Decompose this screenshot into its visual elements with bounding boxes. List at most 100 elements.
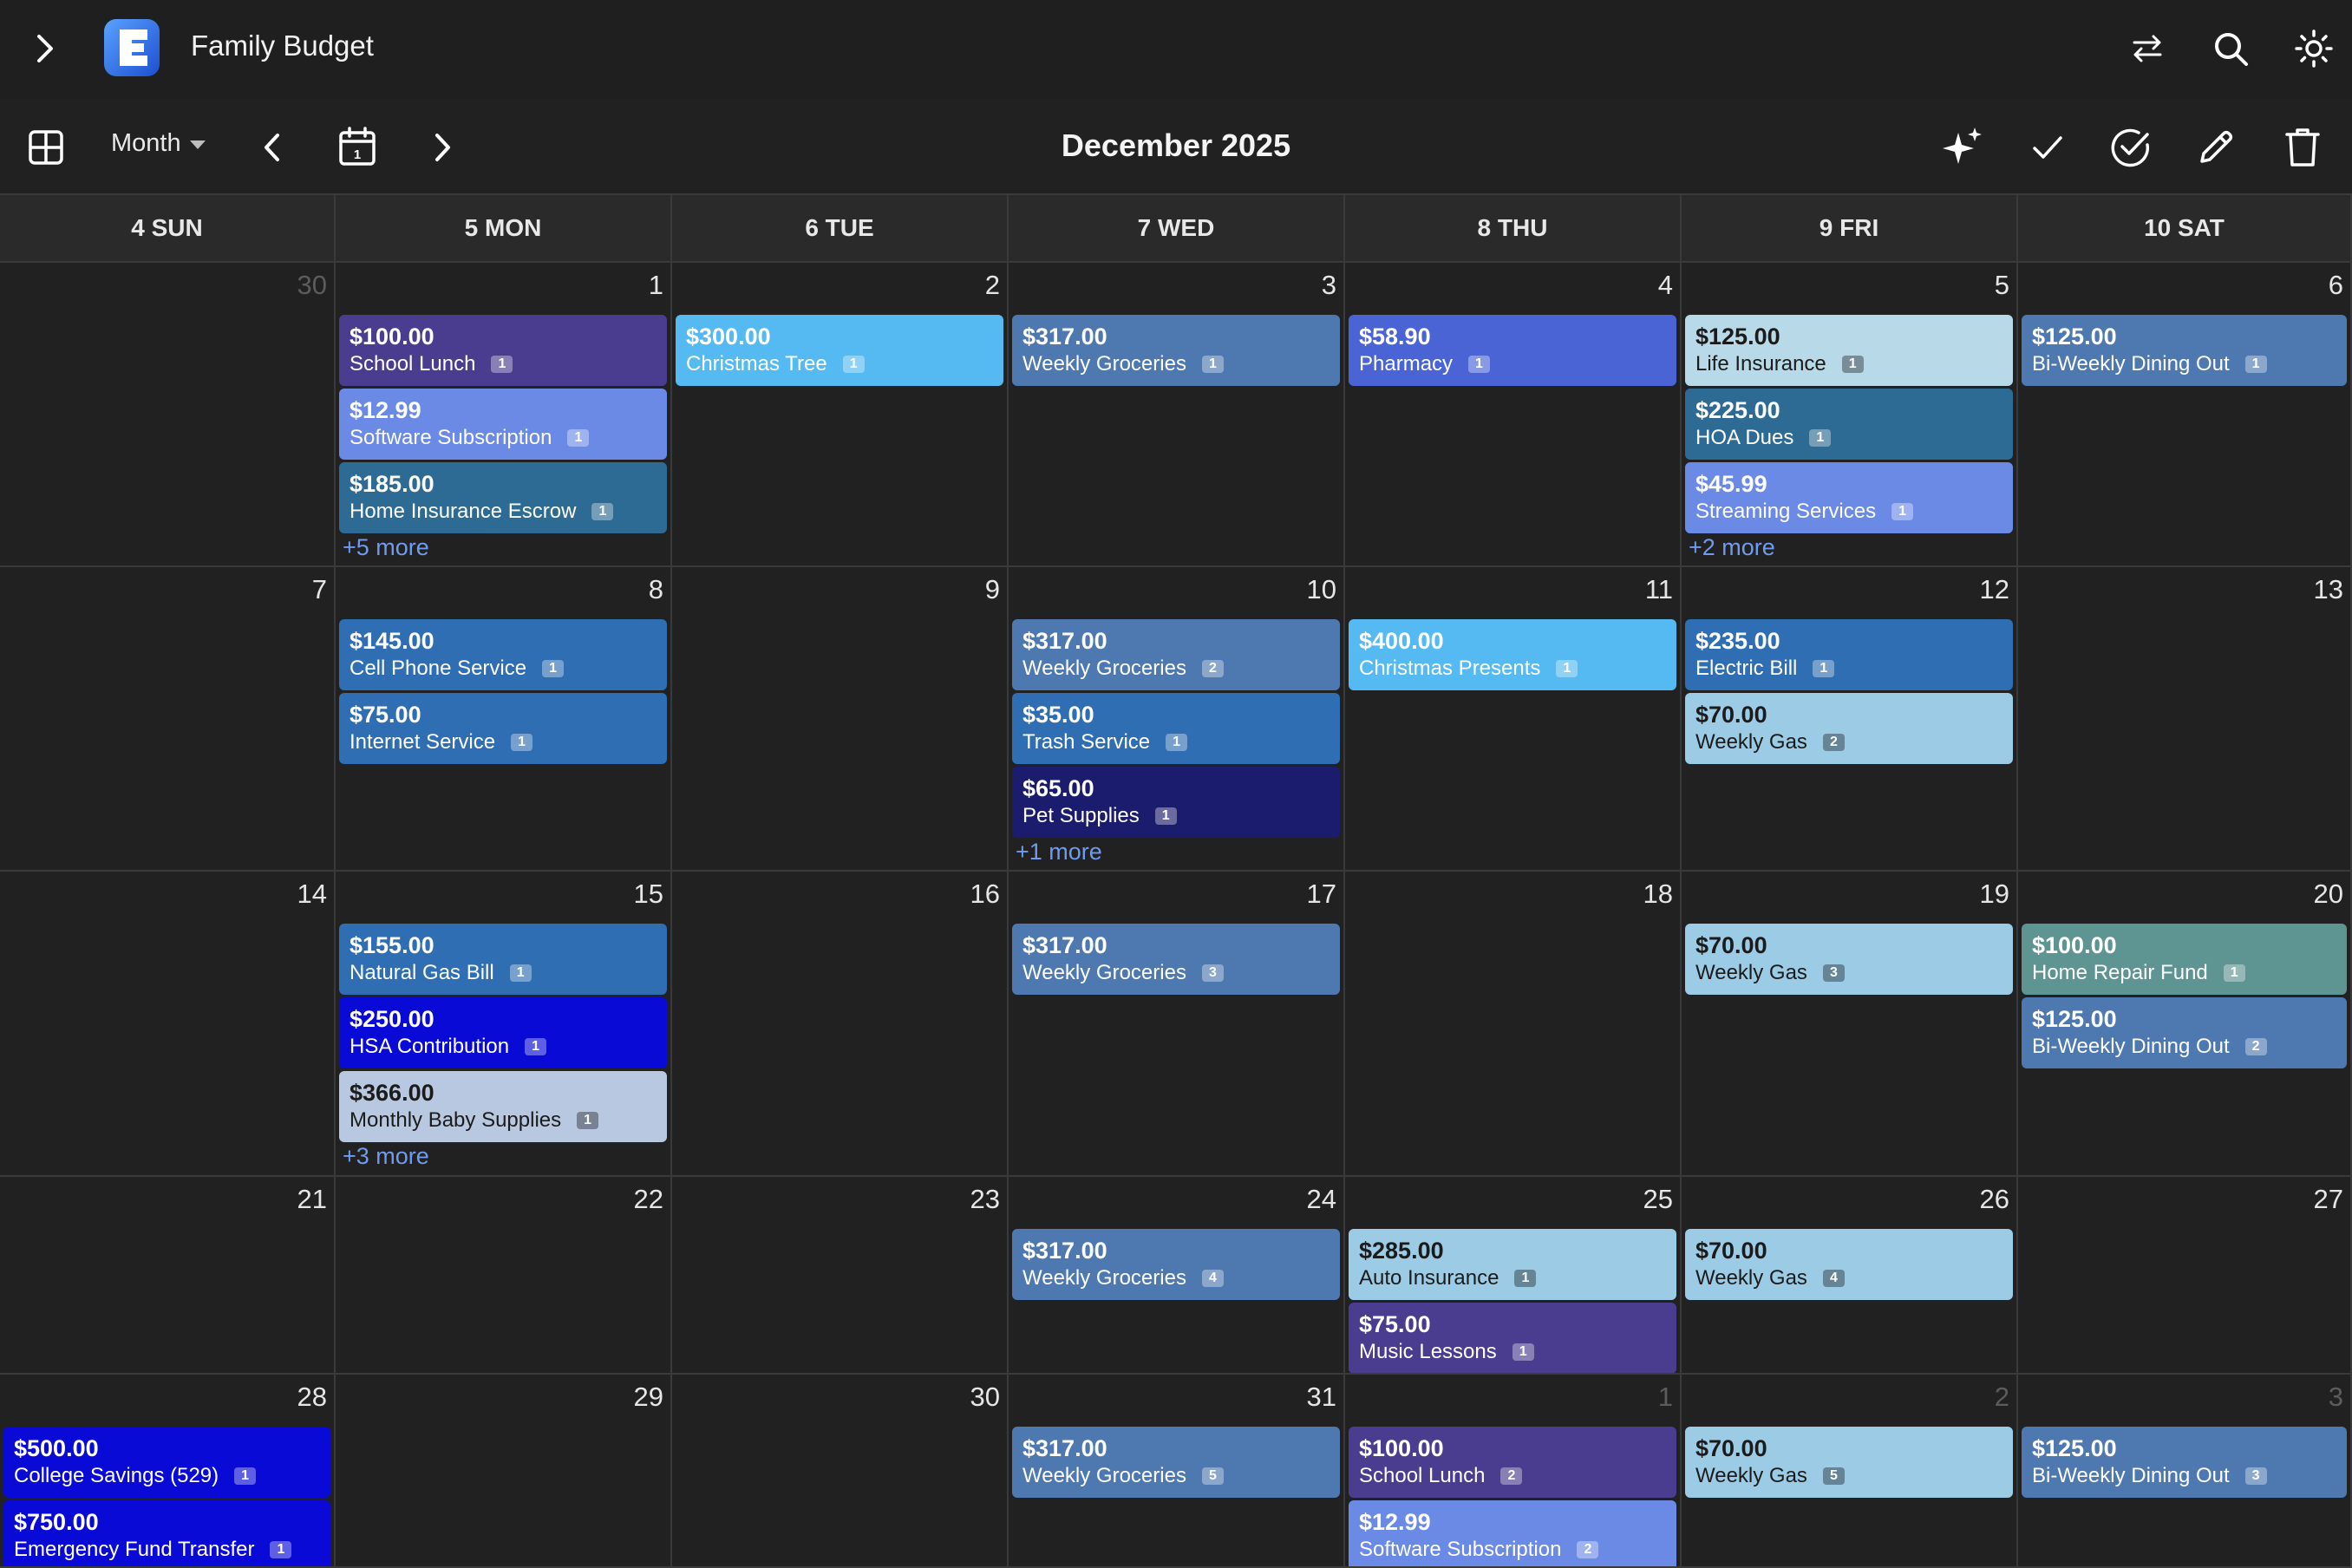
- day-cell[interactable]: 24 $317.00 Weekly Groceries 4: [1009, 1177, 1345, 1375]
- day-cell[interactable]: 30: [0, 263, 336, 567]
- day-cell[interactable]: 19 $70.00 Weekly Gas 3: [1682, 872, 2018, 1177]
- day-cell[interactable]: 14: [0, 872, 336, 1177]
- switch-budget-button[interactable]: [2123, 24, 2172, 73]
- day-cell[interactable]: 4 $58.90 Pharmacy 1: [1345, 263, 1682, 567]
- day-cell[interactable]: 26 $70.00 Weekly Gas 4: [1682, 1177, 2018, 1375]
- day-cell[interactable]: 6 $125.00 Bi-Weekly Dining Out 1: [2018, 263, 2352, 567]
- transaction-event[interactable]: $75.00 Music Lessons 1: [1349, 1303, 1676, 1373]
- day-cell[interactable]: 16: [672, 872, 1009, 1177]
- next-month-button[interactable]: [425, 124, 460, 171]
- day-cell[interactable]: 18: [1345, 872, 1682, 1177]
- theme-toggle-button[interactable]: [2290, 24, 2338, 73]
- transaction-event[interactable]: $145.00 Cell Phone Service 1: [339, 619, 667, 690]
- mark-paid-button[interactable]: [2024, 124, 2071, 171]
- transaction-event[interactable]: $317.00 Weekly Groceries 3: [1012, 924, 1340, 995]
- transaction-event[interactable]: $125.00 Life Insurance 1: [1685, 315, 2013, 386]
- day-cell[interactable]: 7: [0, 567, 336, 872]
- day-cell[interactable]: 23: [672, 1177, 1009, 1375]
- transaction-event[interactable]: $400.00 Christmas Presents 1: [1349, 619, 1676, 690]
- day-cell[interactable]: 25 $285.00 Auto Insurance 1 $75.00 Music Less…: [1345, 1177, 1682, 1375]
- show-more-link[interactable]: +5 more: [343, 534, 429, 561]
- event-amount: $125.00: [2032, 1006, 2117, 1032]
- transaction-event[interactable]: $70.00 Weekly Gas 2: [1685, 693, 2013, 764]
- day-cell[interactable]: 9: [672, 567, 1009, 872]
- transaction-event[interactable]: $155.00 Natural Gas Bill 1: [339, 924, 667, 995]
- chevron-right-icon: [37, 35, 53, 62]
- occurrence-count-badge: 2: [1201, 660, 1224, 677]
- occurrence-count-badge: 1: [1512, 1343, 1534, 1361]
- transaction-event[interactable]: $100.00 School Lunch 2: [1349, 1427, 1676, 1498]
- expand-sidebar-button[interactable]: [26, 26, 64, 71]
- day-cell[interactable]: 3 $317.00 Weekly Groceries 1: [1009, 263, 1345, 567]
- day-cell[interactable]: 13: [2018, 567, 2352, 872]
- day-cell[interactable]: 2 $300.00 Christmas Tree 1: [672, 263, 1009, 567]
- day-cell[interactable]: 31 $317.00 Weekly Groceries 5: [1009, 1375, 1345, 1568]
- mark-all-complete-button[interactable]: [2106, 122, 2156, 173]
- transaction-event[interactable]: $35.00 Trash Service 1: [1012, 693, 1340, 764]
- transaction-event[interactable]: $500.00 College Savings (529) 1: [3, 1427, 330, 1498]
- weekday-header-4: 8 THU: [1345, 195, 1682, 261]
- day-cell[interactable]: 22: [336, 1177, 672, 1375]
- transaction-event[interactable]: $100.00 Home Repair Fund 1: [2022, 924, 2347, 995]
- day-cell[interactable]: 17 $317.00 Weekly Groceries 3: [1009, 872, 1345, 1177]
- previous-month-button[interactable]: [255, 124, 290, 171]
- transaction-event[interactable]: $75.00 Internet Service 1: [339, 693, 667, 764]
- svg-text:1: 1: [354, 147, 361, 162]
- transaction-event[interactable]: $225.00 HOA Dues 1: [1685, 389, 2013, 460]
- transaction-event[interactable]: $125.00 Bi-Weekly Dining Out 2: [2022, 997, 2347, 1068]
- event-amount: $45.99: [1695, 471, 1767, 497]
- day-cell[interactable]: 1 $100.00 School Lunch 2 $12.99 Software Subs…: [1345, 1375, 1682, 1568]
- search-button[interactable]: [2206, 24, 2255, 73]
- today-button[interactable]: 1: [333, 122, 382, 171]
- transaction-event[interactable]: $58.90 Pharmacy 1: [1349, 315, 1676, 386]
- ai-assist-button[interactable]: [1937, 122, 1988, 173]
- transaction-event[interactable]: $185.00 Home Insurance Escrow 1: [339, 462, 667, 533]
- transaction-event[interactable]: $100.00 School Lunch 1: [339, 315, 667, 386]
- day-cell[interactable]: 12 $235.00 Electric Bill 1 $70.00 Weekly Gas 2: [1682, 567, 2018, 872]
- view-mode-select[interactable]: Month: [111, 129, 206, 158]
- transaction-event[interactable]: $12.99 Software Subscription 1: [339, 389, 667, 460]
- event-amount: $317.00: [1022, 1435, 1107, 1461]
- view-layout-button[interactable]: [23, 124, 69, 171]
- day-cell[interactable]: 29: [336, 1375, 672, 1568]
- transaction-event[interactable]: $125.00 Bi-Weekly Dining Out 1: [2022, 315, 2347, 386]
- day-cell[interactable]: 2 $70.00 Weekly Gas 5: [1682, 1375, 2018, 1568]
- transaction-event[interactable]: $45.99 Streaming Services 1: [1685, 462, 2013, 533]
- day-cell[interactable]: 27: [2018, 1177, 2352, 1375]
- day-cell[interactable]: 10 $317.00 Weekly Groceries 2 $35.00 Trash Se…: [1009, 567, 1345, 872]
- day-cell[interactable]: 1 $100.00 School Lunch 1 $12.99 Software Subs…: [336, 263, 672, 567]
- show-more-link[interactable]: +2 more: [1689, 534, 1775, 561]
- transaction-event[interactable]: $285.00 Auto Insurance 1: [1349, 1229, 1676, 1300]
- event-amount: $317.00: [1022, 932, 1107, 958]
- transaction-event[interactable]: $317.00 Weekly Groceries 4: [1012, 1229, 1340, 1300]
- day-cell[interactable]: 20 $100.00 Home Repair Fund 1 $125.00 Bi-Week…: [2018, 872, 2352, 1177]
- show-more-link[interactable]: +3 more: [343, 1143, 429, 1170]
- day-cell[interactable]: 5 $125.00 Life Insurance 1 $225.00 HOA Dues 1 $…: [1682, 263, 2018, 567]
- day-cell[interactable]: 11 $400.00 Christmas Presents 1: [1345, 567, 1682, 872]
- day-number: 11: [1644, 574, 1673, 604]
- transaction-event[interactable]: $317.00 Weekly Groceries 2: [1012, 619, 1340, 690]
- transaction-event[interactable]: $300.00 Christmas Tree 1: [676, 315, 1003, 386]
- day-cell[interactable]: 3 $125.00 Bi-Weekly Dining Out 3: [2018, 1375, 2352, 1568]
- transaction-event[interactable]: $125.00 Bi-Weekly Dining Out 3: [2022, 1427, 2347, 1498]
- day-cell[interactable]: 8 $145.00 Cell Phone Service 1 $75.00 Interne…: [336, 567, 672, 872]
- show-more-link[interactable]: +1 more: [1016, 839, 1102, 866]
- transaction-event[interactable]: $235.00 Electric Bill 1: [1685, 619, 2013, 690]
- transaction-event[interactable]: $12.99 Software Subscription 2: [1349, 1500, 1676, 1566]
- day-cell[interactable]: 28 $500.00 College Savings (529) 1 $750.00 Em…: [0, 1375, 336, 1568]
- transaction-event[interactable]: $750.00 Emergency Fund Transfer 1: [3, 1500, 330, 1566]
- transaction-event[interactable]: $70.00 Weekly Gas 5: [1685, 1427, 2013, 1498]
- transaction-event[interactable]: $317.00 Weekly Groceries 1: [1012, 315, 1340, 386]
- app-title: Family Budget: [191, 29, 374, 62]
- transaction-event[interactable]: $317.00 Weekly Groceries 5: [1012, 1427, 1340, 1498]
- transaction-event[interactable]: $250.00 HSA Contribution 1: [339, 997, 667, 1068]
- transaction-event[interactable]: $70.00 Weekly Gas 4: [1685, 1229, 2013, 1300]
- day-cell[interactable]: 21: [0, 1177, 336, 1375]
- day-cell[interactable]: 30: [672, 1375, 1009, 1568]
- transaction-event[interactable]: $65.00 Pet Supplies 1: [1012, 767, 1340, 838]
- transaction-event[interactable]: $70.00 Weekly Gas 3: [1685, 924, 2013, 995]
- edit-button[interactable]: [2191, 122, 2241, 173]
- transaction-event[interactable]: $366.00 Monthly Baby Supplies 1: [339, 1071, 667, 1142]
- day-cell[interactable]: 15 $155.00 Natural Gas Bill 1 $250.00 HSA Con…: [336, 872, 672, 1177]
- delete-button[interactable]: [2279, 122, 2326, 173]
